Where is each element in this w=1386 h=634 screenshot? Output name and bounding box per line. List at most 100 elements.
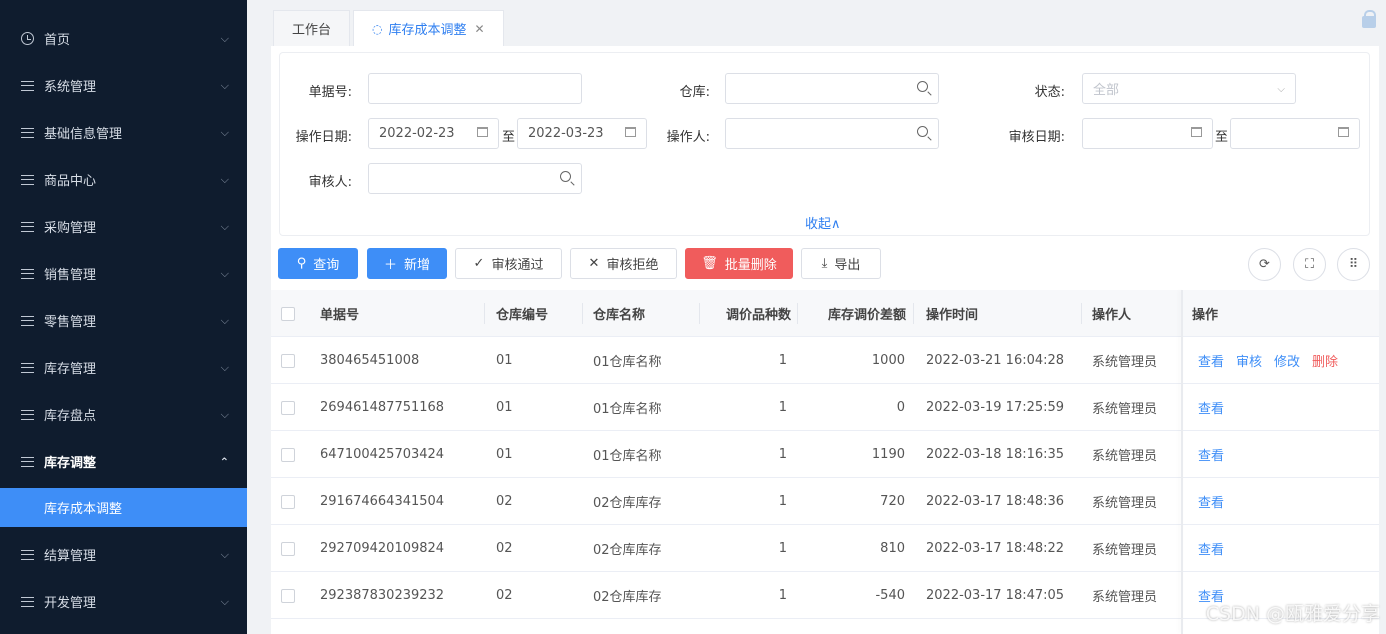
col-wh-name[interactable]: 仓库名称 xyxy=(593,290,645,337)
tab-label: 工作台 xyxy=(292,23,332,38)
col-price-diff[interactable]: 库存调价差额 xyxy=(801,290,906,337)
edit-link[interactable]: 修改 xyxy=(1274,351,1300,370)
diff-cell: 1190 xyxy=(871,447,905,462)
sidebar-item-cost-adjustment[interactable]: 库存成本调整 xyxy=(0,488,247,527)
view-link[interactable]: 查看 xyxy=(1198,398,1224,417)
chevron-down-icon: ⌵ xyxy=(220,78,229,92)
status-select[interactable]: 全部 ⌵ xyxy=(1082,73,1296,104)
sidebar-item-dev[interactable]: 开发管理 ⌵ xyxy=(0,578,247,625)
count-cell: 1 xyxy=(778,447,787,462)
refresh-icon: ◌ xyxy=(372,21,383,36)
status-value: 全部 xyxy=(1093,83,1120,98)
sidebar-item-inventory[interactable]: 库存管理 ⌵ xyxy=(0,344,247,391)
warehouse-label: 仓库: xyxy=(679,85,710,100)
view-link[interactable]: 查看 xyxy=(1198,492,1224,511)
sidebar-item-label: 系统管理 xyxy=(44,80,97,95)
sidebar-item-basic-info[interactable]: 基础信息管理 ⌵ xyxy=(0,109,247,156)
actions-cell: 查看 xyxy=(1198,478,1236,525)
sidebar-item-purchase[interactable]: 采购管理 ⌵ xyxy=(0,203,247,250)
export-button[interactable]: ⤓ 导出 xyxy=(801,248,881,279)
search-icon[interactable] xyxy=(917,126,928,140)
col-operator[interactable]: 操作人 xyxy=(1092,290,1131,337)
wh-name-cell: 01仓库名称 xyxy=(593,355,662,370)
tab-label: 库存成本调整 xyxy=(388,23,467,38)
sidebar-item-products[interactable]: 商品中心 ⌵ xyxy=(0,156,247,203)
doc-no-input[interactable] xyxy=(368,73,582,104)
query-button[interactable]: ⚲ 查询 xyxy=(278,248,358,279)
row-checkbox[interactable] xyxy=(281,384,295,431)
menu-icon xyxy=(20,79,34,93)
menu-icon xyxy=(20,126,34,140)
button-label: 审核通过 xyxy=(491,258,544,273)
chevron-down-icon: ⌵ xyxy=(1277,84,1285,95)
main-panel: 单据号: 仓库: 状态: 全部 ⌵ 操作日期: 2022-02-23 至 202… xyxy=(271,46,1379,634)
sidebar-item-stocktake[interactable]: 库存盘点 ⌵ xyxy=(0,391,247,438)
audit-date-end-input[interactable] xyxy=(1230,118,1360,149)
chevron-down-icon: ⌵ xyxy=(220,594,229,608)
close-icon[interactable]: ✕ xyxy=(475,22,485,36)
doc-no-cell: 292387830239232 xyxy=(320,588,445,603)
sidebar-item-label: 库存成本调整 xyxy=(44,502,123,517)
chevron-down-icon: ⌵ xyxy=(220,313,229,327)
tab-cost-adjustment[interactable]: ◌ 库存成本调整 ✕ xyxy=(353,10,504,46)
tab-workbench[interactable]: 工作台 xyxy=(273,10,351,46)
count-cell: 1 xyxy=(778,494,787,509)
chevron-down-icon: ⌵ xyxy=(220,31,229,45)
col-item-count[interactable]: 调价品种数 xyxy=(701,290,791,337)
sidebar-item-sales[interactable]: 销售管理 ⌵ xyxy=(0,250,247,297)
grid-settings-icon[interactable]: ⠿ xyxy=(1337,248,1370,281)
col-op-time[interactable]: 操作时间 xyxy=(926,290,978,337)
audit-link[interactable]: 审核 xyxy=(1236,351,1262,370)
sidebar-item-system[interactable]: 系统管理 ⌵ xyxy=(0,62,247,109)
row-checkbox[interactable] xyxy=(281,478,295,525)
chevron-down-icon: ⌵ xyxy=(220,219,229,233)
view-link[interactable]: 查看 xyxy=(1198,351,1224,370)
row-checkbox[interactable] xyxy=(281,572,295,619)
calendar-icon xyxy=(1191,126,1202,140)
time-cell: 2022-03-17 18:48:22 xyxy=(926,541,1065,556)
status-label: 状态: xyxy=(1034,85,1065,100)
search-icon[interactable] xyxy=(560,171,571,185)
sidebar-item-home[interactable]: 首页 ⌵ xyxy=(0,15,247,62)
menu-icon xyxy=(20,548,34,562)
delete-link[interactable]: 删除 xyxy=(1312,351,1338,370)
operator-input[interactable] xyxy=(725,118,939,149)
select-all-checkbox[interactable] xyxy=(281,290,301,337)
tab-bar: 工作台 ◌ 库存成本调整 ✕ xyxy=(247,0,1386,46)
lock-icon[interactable] xyxy=(1362,10,1376,28)
trash-icon: 🗑 xyxy=(701,256,718,271)
row-checkbox[interactable] xyxy=(281,337,295,384)
auditor-label: 审核人: xyxy=(308,175,352,190)
op-date-start-input[interactable]: 2022-02-23 xyxy=(368,118,499,149)
op-date-end-input[interactable]: 2022-03-23 xyxy=(517,118,647,149)
reject-button[interactable]: ✕ 审核拒绝 xyxy=(570,248,677,279)
actions-cell: 查看 审核 修改 删除 xyxy=(1198,337,1350,384)
col-doc-no[interactable]: 单据号 xyxy=(320,290,359,337)
add-button[interactable]: ＋ 新增 xyxy=(367,248,447,279)
fullscreen-icon[interactable]: ⛶ xyxy=(1293,248,1326,281)
doc-no-cell: 380465451008 xyxy=(320,353,420,368)
doc-no-cell: 291674664341504 xyxy=(320,494,445,509)
auditor-input[interactable] xyxy=(368,163,582,194)
button-label: 批量删除 xyxy=(724,258,777,273)
search-icon[interactable] xyxy=(917,81,928,95)
sidebar-item-settlement[interactable]: 结算管理 ⌵ xyxy=(0,531,247,578)
sidebar-item-adjustment[interactable]: 库存调整 ⌃ xyxy=(0,438,247,485)
view-link[interactable]: 查看 xyxy=(1198,445,1224,464)
view-link[interactable]: 查看 xyxy=(1198,539,1224,558)
approve-button[interactable]: ✓ 审核通过 xyxy=(455,248,562,279)
warehouse-input[interactable] xyxy=(725,73,939,104)
refresh-icon[interactable]: ⟳ xyxy=(1248,248,1281,281)
audit-date-start-input[interactable] xyxy=(1082,118,1213,149)
sidebar-item-label: 首页 xyxy=(44,33,71,48)
sidebar-item-retail[interactable]: 零售管理 ⌵ xyxy=(0,297,247,344)
col-wh-code[interactable]: 仓库编号 xyxy=(496,290,548,337)
wh-name-cell: 01仓库名称 xyxy=(593,449,662,464)
wh-code-cell: 01 xyxy=(496,353,513,368)
row-checkbox[interactable] xyxy=(281,525,295,572)
sidebar-item-label: 基础信息管理 xyxy=(44,127,123,142)
batch-delete-button[interactable]: 🗑 批量删除 xyxy=(685,248,793,279)
doc-no-label: 单据号: xyxy=(308,85,352,100)
row-checkbox[interactable] xyxy=(281,431,295,478)
collapse-filter-link[interactable]: 收起∧ xyxy=(805,213,841,232)
